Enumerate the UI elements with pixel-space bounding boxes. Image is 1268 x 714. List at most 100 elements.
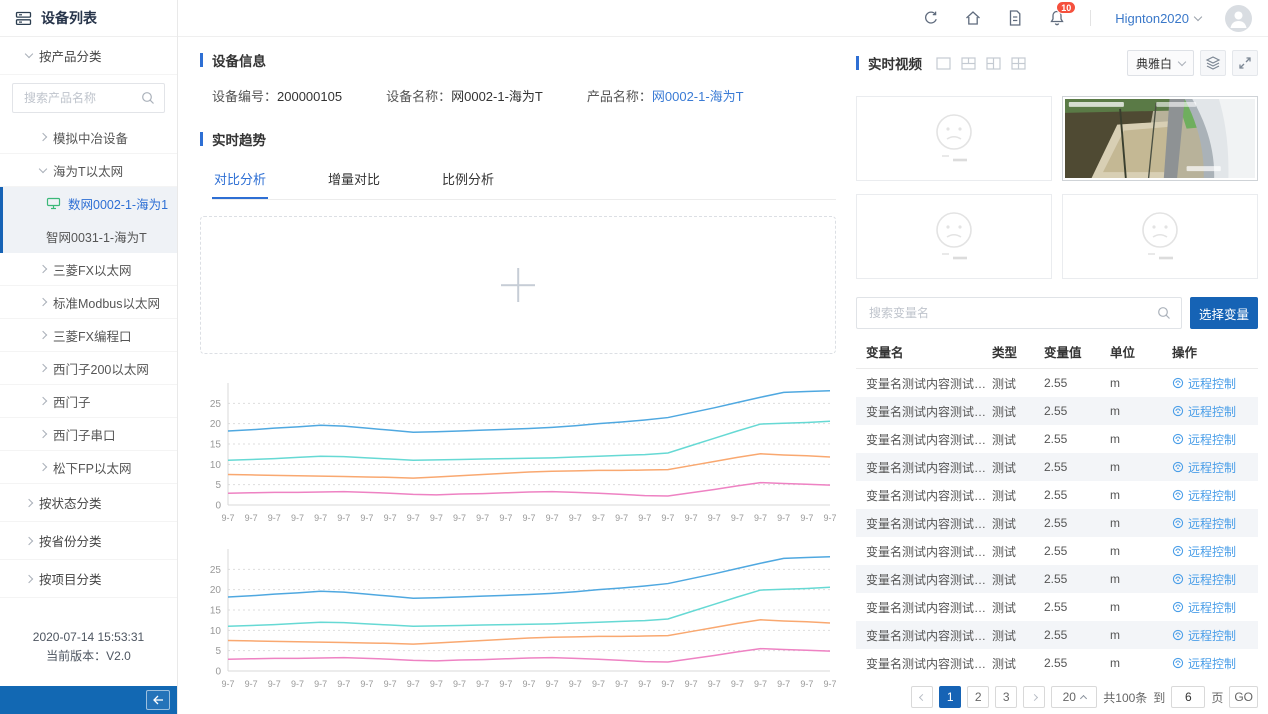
prev-page-button[interactable]	[911, 686, 933, 708]
fullscreen-button[interactable]	[1232, 50, 1258, 76]
remote-control-icon	[1172, 377, 1184, 389]
tree-item[interactable]: 三菱FX以太网	[0, 253, 177, 286]
svg-text:9-7: 9-7	[291, 679, 304, 689]
total-count-label: 共100条	[1103, 689, 1147, 706]
svg-text:9-7: 9-7	[360, 513, 373, 523]
tree-item[interactable]: 模拟中冶设备	[0, 121, 177, 154]
tree-item[interactable]: 按产品分类	[0, 37, 177, 75]
svg-text:9-7: 9-7	[430, 679, 443, 689]
select-variable-button[interactable]: 选择变量	[1190, 297, 1258, 329]
refresh-icon[interactable]	[922, 9, 940, 27]
tree-item[interactable]: 海为T以太网	[0, 154, 177, 187]
video-tile-empty[interactable]	[1062, 194, 1258, 279]
product-name-link[interactable]: 网0002-1-海为T	[652, 89, 744, 104]
document-icon[interactable]	[1006, 9, 1024, 27]
theme-select[interactable]: 典雅白	[1127, 50, 1194, 76]
video-tile-playing[interactable]	[1062, 96, 1258, 181]
product-name-field: 产品名称：网0002-1-海为T	[587, 86, 744, 105]
variable-search-box	[856, 297, 1182, 329]
jump-page-input[interactable]	[1171, 686, 1205, 708]
variable-name-cell: 变量名测试内容测试内容	[856, 571, 992, 588]
tree-item[interactable]: 三菱FX编程口	[0, 319, 177, 352]
next-page-button[interactable]	[1023, 686, 1045, 708]
remote-control-icon	[1172, 433, 1184, 445]
layout-three-pane-icon[interactable]	[986, 57, 1001, 70]
tab-1[interactable]: 对比分析	[212, 163, 268, 199]
topbar-divider	[1090, 10, 1091, 26]
layout-two-pane-icon[interactable]	[961, 57, 976, 70]
remote-control-link[interactable]: 远程控制	[1172, 543, 1236, 560]
device-tree: 按产品分类模拟中冶设备海为T以太网数网0002-1-海为1智网0031-1-海为…	[0, 37, 177, 598]
tree-item[interactable]: 数网0002-1-海为1	[0, 187, 177, 220]
svg-text:9-7: 9-7	[800, 679, 813, 689]
device-id-field: 设备编号：200000105	[212, 86, 342, 105]
tab-3[interactable]: 比例分析	[440, 163, 496, 199]
video-tile-empty[interactable]	[856, 194, 1052, 279]
page-size-select[interactable]: 20	[1051, 686, 1097, 708]
tree-item[interactable]: 按省份分类	[0, 522, 177, 560]
page-button-2[interactable]: 2	[967, 686, 989, 708]
variable-search-input[interactable]	[867, 305, 1151, 321]
video-tile-empty[interactable]	[856, 96, 1052, 181]
tree-item-label: 松下FP以太网	[53, 458, 131, 477]
user-menu[interactable]: Hignton2020	[1115, 11, 1201, 26]
pagination: 12320共100条到页GO	[856, 686, 1258, 708]
tree-item[interactable]: 智网0031-1-海为T	[0, 220, 177, 253]
layers-button[interactable]	[1200, 50, 1226, 76]
remote-control-label: 远程控制	[1188, 543, 1236, 560]
remote-control-link[interactable]: 远程控制	[1172, 655, 1236, 672]
sidebar-collapse-button[interactable]	[146, 690, 170, 710]
notification-wrapper[interactable]: 10	[1048, 9, 1066, 27]
remote-control-icon	[1172, 545, 1184, 557]
remote-control-icon	[1172, 517, 1184, 529]
layout-single-icon[interactable]	[936, 57, 951, 70]
remote-control-link[interactable]: 远程控制	[1172, 599, 1236, 616]
tab-2[interactable]: 增量对比	[326, 163, 382, 199]
variable-type-cell: 测试	[992, 375, 1044, 392]
tree-item[interactable]: 西门子200以太网	[0, 352, 177, 385]
tree-item[interactable]: 西门子	[0, 385, 177, 418]
tree-item[interactable]: 松下FP以太网	[0, 451, 177, 484]
avatar[interactable]	[1225, 5, 1252, 32]
variable-type-cell: 测试	[992, 627, 1044, 644]
remote-control-link[interactable]: 远程控制	[1172, 515, 1236, 532]
product-search-input[interactable]	[22, 90, 135, 106]
svg-text:9-7: 9-7	[384, 679, 397, 689]
table-row: 变量名测试内容测试内容测试2.55m远程控制	[856, 453, 1258, 481]
tree-item-label: 标准Modbus以太网	[53, 293, 160, 312]
variable-name-cell: 变量名测试内容测试内容	[856, 375, 992, 392]
tree-item[interactable]: 标准Modbus以太网	[0, 286, 177, 319]
chevron-right-icon	[25, 536, 33, 544]
go-button[interactable]: GO	[1229, 686, 1258, 708]
home-icon[interactable]	[964, 9, 982, 27]
add-variable-dropzone[interactable]	[200, 216, 836, 354]
variable-value-cell: 2.55	[1044, 628, 1110, 642]
remote-control-link[interactable]: 远程控制	[1172, 403, 1236, 420]
tree-item[interactable]: 按状态分类	[0, 484, 177, 522]
svg-text:9-7: 9-7	[546, 679, 559, 689]
page-button-1[interactable]: 1	[939, 686, 961, 708]
variable-type-cell: 测试	[992, 459, 1044, 476]
chevron-down-icon	[1178, 57, 1186, 65]
page-button-3[interactable]: 3	[995, 686, 1017, 708]
layout-grid-icon[interactable]	[1011, 57, 1026, 70]
variable-table: 变量名 类型 变量值 单位 操作 变量名测试内容测试内容测试2.55m远程控制变…	[856, 335, 1258, 677]
search-icon[interactable]	[141, 91, 155, 105]
remote-control-link[interactable]: 远程控制	[1172, 459, 1236, 476]
svg-text:9-7: 9-7	[453, 513, 466, 523]
remote-control-link[interactable]: 远程控制	[1172, 627, 1236, 644]
remote-control-link[interactable]: 远程控制	[1172, 487, 1236, 504]
search-icon[interactable]	[1157, 306, 1171, 320]
tree-item[interactable]: 西门子串口	[0, 418, 177, 451]
remote-control-icon	[1172, 405, 1184, 417]
remote-control-link[interactable]: 远程控制	[1172, 431, 1236, 448]
svg-text:9-7: 9-7	[685, 679, 698, 689]
section-accent-bar	[856, 56, 859, 70]
remote-control-link[interactable]: 远程控制	[1172, 375, 1236, 392]
variable-unit-cell: m	[1110, 656, 1172, 670]
tree-item[interactable]: 按项目分类	[0, 560, 177, 598]
svg-text:9-7: 9-7	[337, 513, 350, 523]
remote-control-link[interactable]: 远程控制	[1172, 571, 1236, 588]
tree-item-label: 按状态分类	[39, 493, 102, 512]
device-list-icon	[15, 10, 32, 27]
